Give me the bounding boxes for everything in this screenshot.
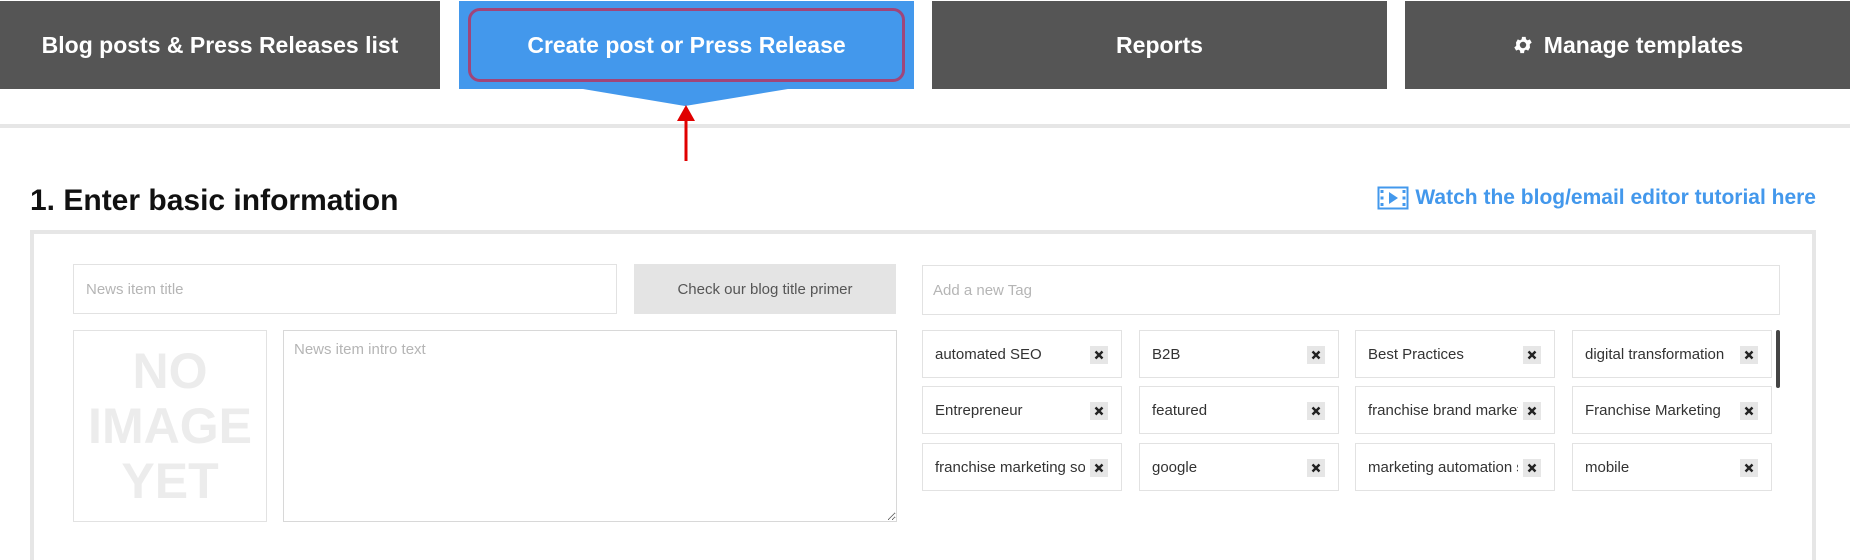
annotation-arrow-icon: [677, 105, 695, 161]
close-icon: [1094, 463, 1104, 473]
remove-tag-button[interactable]: [1090, 402, 1108, 420]
tag-chip: marketing automation software: [1355, 443, 1555, 491]
tab-blog-posts-list-label: Blog posts & Press Releases list: [41, 31, 399, 58]
tag-list-scrollbar[interactable]: [1776, 330, 1780, 388]
tab-reports-label: Reports: [1116, 31, 1203, 58]
tag-label: Franchise Marketing: [1585, 401, 1721, 419]
tab-reports[interactable]: Reports: [932, 1, 1387, 89]
remove-tag-button[interactable]: [1090, 459, 1108, 477]
tag-chip: franchise brand marketing: [1355, 386, 1555, 434]
tab-manage-templates-label: Manage templates: [1543, 31, 1744, 58]
tag-label: Entrepreneur: [935, 401, 1023, 419]
remove-tag-button[interactable]: [1307, 346, 1325, 364]
no-image-text-line: IMAGE: [88, 397, 252, 454]
tag-label: B2B: [1152, 345, 1181, 363]
video-icon: [1377, 186, 1409, 210]
remove-tag-button[interactable]: [1307, 459, 1325, 477]
tag-chip: automated SEO: [922, 330, 1122, 378]
tag-label: featured: [1152, 401, 1208, 419]
close-icon: [1311, 463, 1321, 473]
tab-manage-templates[interactable]: Manage templates: [1405, 1, 1850, 89]
tag-chip: Franchise Marketing: [1572, 386, 1772, 434]
remove-tag-button[interactable]: [1740, 346, 1758, 364]
tag-chip: digital transformation: [1572, 330, 1772, 378]
no-image-text-line: YET: [121, 452, 219, 509]
no-image-text-line: NO: [132, 342, 208, 399]
close-icon: [1311, 350, 1321, 360]
tag-chip: Entrepreneur: [922, 386, 1122, 434]
tag-label: automated SEO: [935, 345, 1042, 363]
close-icon: [1311, 406, 1321, 416]
tag-label: google: [1152, 458, 1198, 476]
tab-blog-posts-list[interactable]: Blog posts & Press Releases list: [0, 1, 440, 89]
gear-icon: [1512, 34, 1534, 56]
tag-chip: google: [1139, 443, 1339, 491]
tag-label: Best Practices: [1368, 345, 1464, 363]
remove-tag-button[interactable]: [1740, 459, 1758, 477]
close-icon: [1094, 406, 1104, 416]
close-icon: [1744, 350, 1754, 360]
close-icon: [1744, 463, 1754, 473]
remove-tag-button[interactable]: [1523, 402, 1541, 420]
news-intro-textarea[interactable]: [283, 330, 897, 522]
header-divider: [0, 124, 1850, 128]
remove-tag-button[interactable]: [1307, 402, 1325, 420]
remove-tag-button[interactable]: [1090, 346, 1108, 364]
tag-list: automated SEO B2B Best Practices digital…: [922, 330, 1774, 492]
close-icon: [1527, 463, 1537, 473]
tag-label: mobile: [1585, 458, 1630, 476]
tag-chip: mobile: [1572, 443, 1772, 491]
section-heading: 1. Enter basic information: [30, 184, 399, 217]
close-icon: [1094, 350, 1104, 360]
news-title-input[interactable]: [73, 264, 617, 314]
close-icon: [1527, 406, 1537, 416]
tag-chip: Best Practices: [1355, 330, 1555, 378]
tag-label: marketing automation software: [1368, 458, 1518, 476]
no-image-placeholder[interactable]: NO IMAGE YET: [73, 330, 267, 522]
remove-tag-button[interactable]: [1740, 402, 1758, 420]
tag-label: franchise brand marketing: [1368, 401, 1518, 419]
remove-tag-button[interactable]: [1523, 346, 1541, 364]
add-tag-input[interactable]: [922, 265, 1780, 315]
remove-tag-button[interactable]: [1523, 459, 1541, 477]
tag-label: franchise marketing software: [935, 458, 1085, 476]
blog-title-primer-button[interactable]: Check our blog title primer: [634, 264, 896, 314]
tag-chip: franchise marketing software: [922, 443, 1122, 491]
tutorial-link-label: Watch the blog/email editor tutorial her…: [1415, 186, 1816, 209]
tag-chip: featured: [1139, 386, 1339, 434]
tag-chip: B2B: [1139, 330, 1339, 378]
close-icon: [1744, 406, 1754, 416]
tab-create-post[interactable]: Create post or Press Release: [459, 1, 914, 89]
tab-create-post-label: Create post or Press Release: [527, 31, 846, 58]
tutorial-link[interactable]: Watch the blog/email editor tutorial her…: [1377, 186, 1816, 210]
tag-label: digital transformation: [1585, 345, 1725, 363]
close-icon: [1527, 350, 1537, 360]
